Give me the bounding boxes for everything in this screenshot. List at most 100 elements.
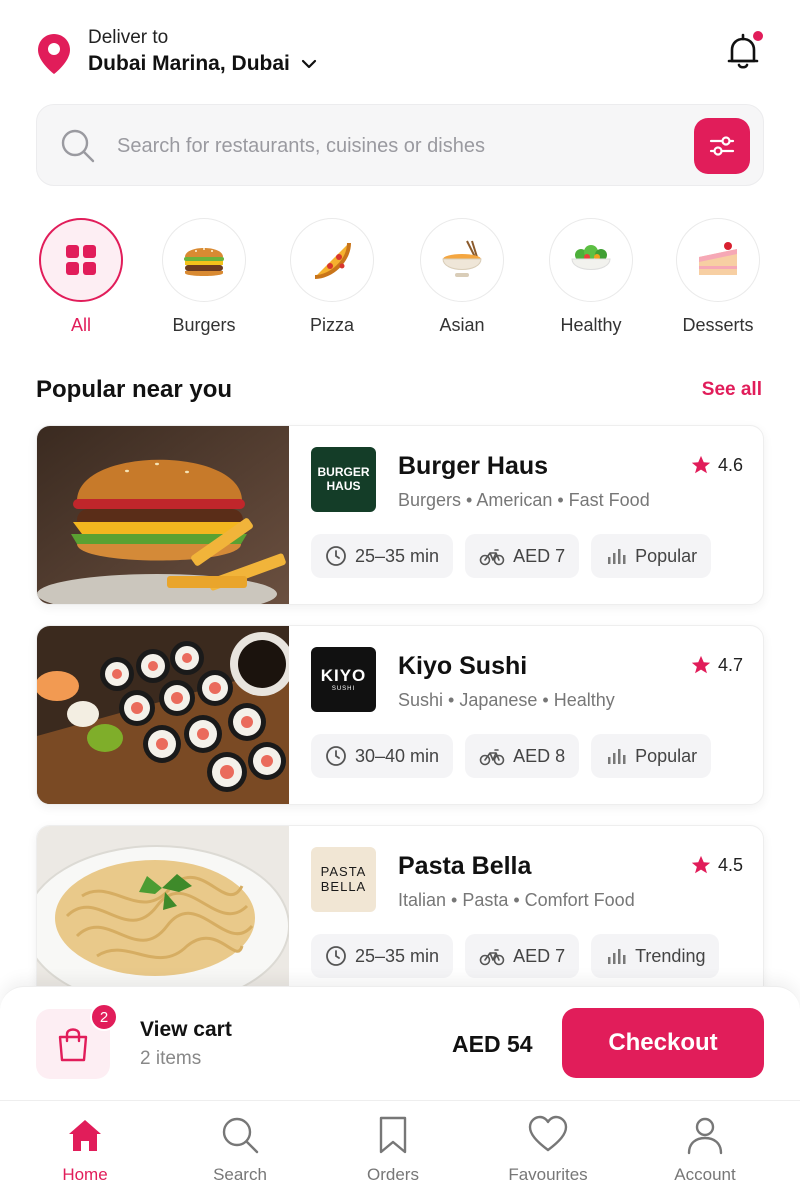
see-all-link[interactable]: See all [702,379,762,401]
filter-button[interactable] [694,118,750,174]
nav-label: Orders [367,1165,419,1184]
bottom-nav: Home Search Orders Favourites Account [0,1100,800,1200]
star-icon [691,455,711,474]
delivery-fee: AED 8 [513,745,566,766]
heart-icon [528,1115,568,1152]
logo-line: BURGER [317,464,370,479]
info-chips: 30–40 min AED 8 Popular [311,734,712,778]
search-icon [222,1117,259,1154]
category-icon-wrap [420,218,504,302]
pasta-photo [37,826,289,1004]
category-asian[interactable]: Asian [402,218,522,348]
bar-chart-icon [608,749,626,764]
bookmark-icon [379,1116,407,1154]
nav-home[interactable]: Home [25,1115,145,1195]
burger-photo [37,426,289,604]
logo-line: BELLA [320,878,367,894]
location-selector[interactable]: Dubai Marina, Dubai [88,52,318,76]
clock-icon [326,946,346,966]
rating: 4.6 [690,454,743,476]
logo-line: HAUS [326,478,361,493]
grid-icon [66,245,96,275]
logo-line: PASTA [320,863,367,879]
restaurant-card-burger-haus[interactable]: BURGER HAUS Burger Haus 4.6 Burgers • Am… [36,425,764,605]
delivery-time: 25–35 min [355,945,440,966]
category-icon-wrap [549,218,633,302]
delivery-time-chip: 30–40 min [311,734,454,778]
nav-orders[interactable]: Orders [333,1115,453,1195]
search-input[interactable] [117,123,677,169]
section-title: Popular near you [36,376,233,403]
category-label: Healthy [560,315,622,335]
category-desserts[interactable]: Desserts [658,218,778,348]
nav-favourites[interactable]: Favourites [488,1115,608,1195]
delivery-fee-chip: AED 7 [465,934,580,978]
restaurant-logo: BURGER HAUS [311,447,376,512]
home-icon [69,1120,101,1151]
nav-search[interactable]: Search [180,1115,300,1195]
cake-icon [699,242,737,275]
salad-bowl-icon [571,245,611,270]
app-header: Deliver to Dubai Marina, Dubai [0,0,800,100]
cart-total: AED 54 [452,1031,533,1057]
logo-line: SUSHI [331,685,356,692]
rating-value: 4.7 [717,654,743,675]
bell-icon[interactable] [722,30,766,74]
chevron-down-icon [301,59,316,69]
restaurant-card-kiyo-sushi[interactable]: KIYO SUSHI Kiyo Sushi 4.7 Sushi • Japane… [36,625,764,805]
cuisine-tags: Burgers • American • Fast Food [398,490,650,510]
delivery-fee: AED 7 [513,945,566,966]
category-healthy[interactable]: Healthy [531,218,651,348]
category-all[interactable]: All [21,218,141,348]
nav-label: Search [213,1165,267,1184]
view-cart-label[interactable]: View cart [140,1018,232,1042]
noodle-bowl-icon [442,240,482,277]
category-icon-wrap [290,218,374,302]
search-icon [61,129,95,163]
bike-icon [479,749,505,766]
sushi-photo [37,626,289,804]
badge-label: Popular [635,545,698,566]
nav-label: Home [62,1165,108,1184]
restaurant-card-pasta-bella[interactable]: PASTA BELLA Pasta Bella 4.5 Italian • Pa… [36,825,764,1005]
cart-bar[interactable]: 2 View cart 2 items AED 54 Checkout [0,986,800,1100]
delivery-fee: AED 7 [513,545,566,566]
category-pizza[interactable]: Pizza [272,218,392,348]
category-icon-wrap [162,218,246,302]
cuisine-tags: Sushi • Japanese • Healthy [398,690,615,710]
pizza-icon [314,242,351,279]
deliver-to-label: Deliver to [88,27,169,48]
bike-icon [479,949,505,966]
info-chips: 25–35 min AED 7 Trending [311,934,720,978]
category-icon-wrap [39,218,123,302]
badge-label: Popular [635,745,698,766]
category-burgers[interactable]: Burgers [144,218,264,348]
category-list: All Burgers Pizza Asian Healthy Desserts [0,218,800,348]
bike-icon [479,549,505,566]
search-bar [36,104,764,186]
badge-chip: Trending [591,934,720,978]
checkout-button[interactable]: Checkout [562,1008,764,1078]
restaurant-logo: PASTA BELLA [311,847,376,912]
category-label: All [70,315,91,335]
shopping-bag-icon [58,1028,88,1062]
rating-value: 4.6 [717,454,743,475]
delivery-time: 30–40 min [355,745,440,766]
nav-account[interactable]: Account [645,1115,765,1195]
star-icon [691,855,711,874]
cart-item-count: 2 items [140,1048,202,1069]
restaurant-name: Burger Haus [398,452,549,480]
badge-label: Trending [635,945,706,966]
nav-label: Favourites [508,1165,588,1184]
category-label: Pizza [309,315,354,335]
delivery-time-chip: 25–35 min [311,934,454,978]
cuisine-tags: Italian • Pasta • Comfort Food [398,890,635,910]
restaurant-name: Kiyo Sushi [398,652,528,680]
user-icon [687,1117,723,1155]
restaurant-logo: KIYO SUSHI [311,647,376,712]
rating-value: 4.5 [717,854,743,875]
category-label: Burgers [172,315,236,335]
location-text: Dubai Marina, Dubai [88,52,290,75]
category-label: Desserts [682,315,754,335]
delivery-time-chip: 25–35 min [311,534,454,578]
